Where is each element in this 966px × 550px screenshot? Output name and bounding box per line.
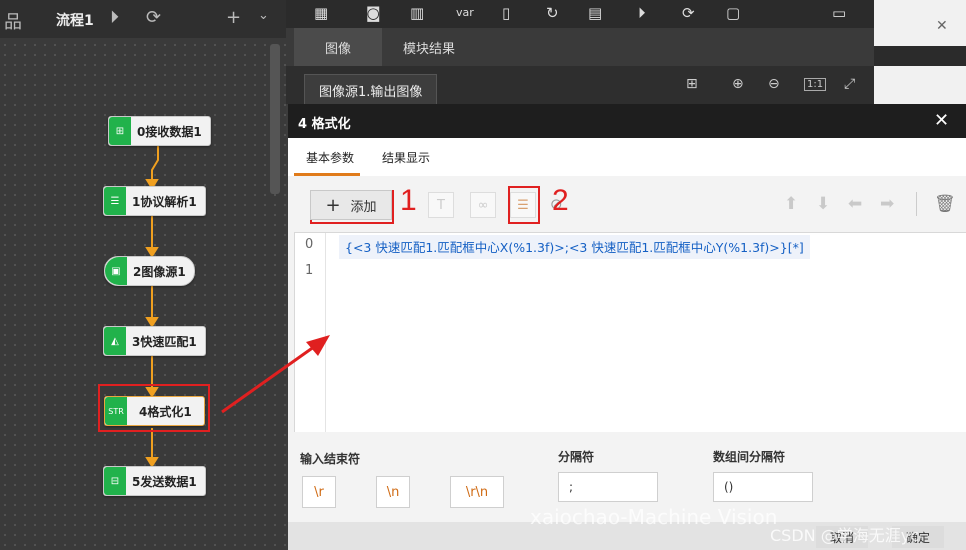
annotation-arrow [221,335,330,414]
watermark-text: xaiochao-Machine Vision [530,505,778,529]
csdn-watermark: CSDN @学海无涯yc [770,526,919,545]
